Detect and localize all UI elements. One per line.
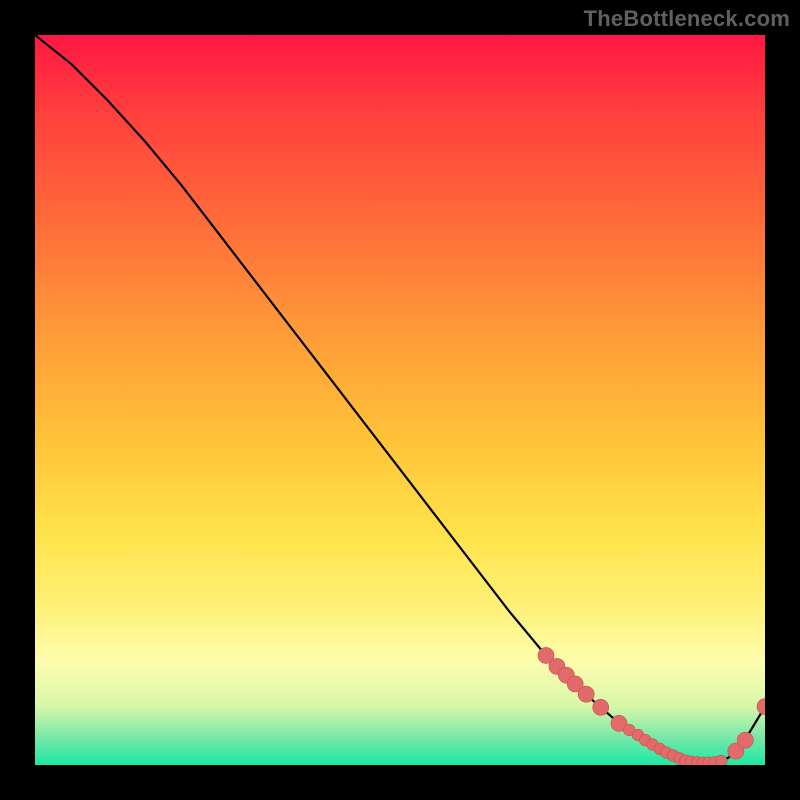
bottleneck-curve-chart	[35, 35, 765, 765]
watermark-label: TheBottleneck.com	[584, 6, 790, 32]
chart-plot-area	[35, 35, 765, 765]
data-marker	[593, 699, 609, 715]
data-marker	[737, 732, 753, 748]
data-marker	[757, 699, 765, 715]
curve-path	[35, 35, 765, 763]
data-marker	[578, 686, 594, 702]
data-marker	[715, 755, 727, 765]
